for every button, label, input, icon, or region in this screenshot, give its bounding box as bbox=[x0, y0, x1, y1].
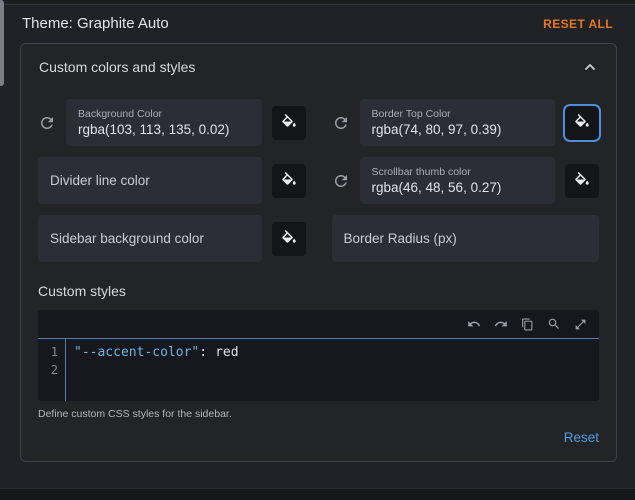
line-number-gutter: 1 2 bbox=[38, 339, 65, 401]
panel-body: Background Color rgba(103, 113, 135, 0.0… bbox=[21, 89, 616, 461]
paint-bucket-icon bbox=[573, 172, 591, 190]
copy-icon bbox=[521, 318, 534, 331]
panel-title: Custom colors and styles bbox=[39, 59, 195, 75]
background-color-input[interactable]: Background Color rgba(103, 113, 135, 0.0… bbox=[66, 99, 262, 146]
border-top-color-picker-button[interactable] bbox=[565, 106, 599, 140]
field-group-border-top-color: Border Top Color rgba(74, 80, 97, 0.39) bbox=[332, 99, 600, 146]
search-icon bbox=[547, 317, 561, 331]
help-text: Define custom CSS styles for the sidebar… bbox=[38, 408, 599, 420]
code-token-value: red bbox=[207, 345, 238, 360]
sidebar-background-color-input[interactable]: Sidebar background color bbox=[38, 215, 262, 262]
undo-button[interactable] bbox=[467, 317, 481, 331]
code-token-colon: : bbox=[199, 345, 207, 360]
field-group-scrollbar-thumb-color: Scrollbar thumb color rgba(46, 48, 56, 0… bbox=[332, 157, 600, 204]
scrollbar-thumb[interactable] bbox=[0, 0, 4, 86]
field-group-divider-line-color: Divider line color bbox=[38, 157, 306, 204]
field-label: Border Top Color bbox=[372, 107, 544, 121]
refresh-border-top-color-button[interactable] bbox=[332, 114, 350, 132]
refresh-scrollbar-thumb-color-button[interactable] bbox=[332, 172, 350, 190]
code-area[interactable]: 1 2 "--accent-color":red bbox=[38, 339, 599, 401]
search-button[interactable] bbox=[547, 317, 561, 331]
code-content[interactable]: "--accent-color":red bbox=[65, 339, 599, 401]
code-line bbox=[74, 362, 599, 380]
field-label: Background Color bbox=[78, 107, 250, 121]
refresh-icon bbox=[38, 114, 56, 132]
panel-footer: Reset bbox=[38, 430, 599, 445]
redo-icon bbox=[494, 317, 508, 331]
field-value: rgba(74, 80, 97, 0.39) bbox=[372, 121, 544, 138]
fullscreen-button[interactable] bbox=[574, 318, 587, 331]
field-group-background-color: Background Color rgba(103, 113, 135, 0.0… bbox=[38, 99, 306, 146]
theme-name-label: Theme: Graphite Auto bbox=[22, 15, 169, 32]
sidebar-background-color-picker-button[interactable] bbox=[272, 222, 306, 256]
code-line: "--accent-color":red bbox=[74, 344, 599, 362]
refresh-icon bbox=[332, 114, 350, 132]
custom-styles-heading: Custom styles bbox=[38, 283, 599, 299]
paint-bucket-icon bbox=[280, 114, 298, 132]
reset-custom-styles-button[interactable]: Reset bbox=[564, 430, 599, 445]
paint-bucket-icon bbox=[573, 114, 591, 132]
panel-collapse-header[interactable]: Custom colors and styles bbox=[21, 44, 616, 89]
line-number: 1 bbox=[38, 344, 58, 362]
editor-toolbar bbox=[38, 310, 599, 338]
paint-bucket-icon bbox=[280, 230, 298, 248]
field-row: Divider line color Scrollbar thumb color… bbox=[38, 157, 599, 204]
field-label: Sidebar background color bbox=[50, 231, 250, 246]
line-number: 2 bbox=[38, 362, 58, 380]
field-label: Border Radius (px) bbox=[344, 231, 588, 246]
expand-icon bbox=[574, 318, 587, 331]
field-row: Sidebar background color Border Radius (… bbox=[38, 215, 599, 262]
field-label: Divider line color bbox=[50, 173, 250, 188]
border-top-color-input[interactable]: Border Top Color rgba(74, 80, 97, 0.39) bbox=[360, 99, 556, 146]
scrollbar-thumb-color-picker-button[interactable] bbox=[565, 164, 599, 198]
refresh-background-color-button[interactable] bbox=[38, 114, 56, 132]
refresh-icon bbox=[332, 172, 350, 190]
chevron-up-icon bbox=[582, 59, 598, 75]
paint-bucket-icon bbox=[280, 172, 298, 190]
divider-line-color-picker-button[interactable] bbox=[272, 164, 306, 198]
field-group-border-radius: Border Radius (px) bbox=[332, 215, 600, 262]
redo-button[interactable] bbox=[494, 317, 508, 331]
field-value: rgba(46, 48, 56, 0.27) bbox=[372, 179, 544, 196]
next-section-edge bbox=[0, 488, 635, 500]
field-group-sidebar-background-color: Sidebar background color bbox=[38, 215, 306, 262]
undo-icon bbox=[467, 317, 481, 331]
theme-header-row: Theme: Graphite Auto RESET ALL bbox=[0, 5, 635, 32]
border-radius-input[interactable]: Border Radius (px) bbox=[332, 215, 600, 262]
divider-line-color-input[interactable]: Divider line color bbox=[38, 157, 262, 204]
field-value: rgba(103, 113, 135, 0.02) bbox=[78, 121, 250, 138]
field-row: Background Color rgba(103, 113, 135, 0.0… bbox=[38, 99, 599, 146]
custom-colors-panel: Custom colors and styles Background Colo… bbox=[20, 43, 617, 462]
field-label: Scrollbar thumb color bbox=[372, 165, 544, 179]
code-token-string: "--accent-color" bbox=[74, 345, 199, 360]
css-code-editor: 1 2 "--accent-color":red bbox=[38, 310, 599, 401]
scrollbar-thumb-color-input[interactable]: Scrollbar thumb color rgba(46, 48, 56, 0… bbox=[360, 157, 556, 204]
copy-button[interactable] bbox=[521, 318, 534, 331]
background-color-picker-button[interactable] bbox=[272, 106, 306, 140]
reset-all-button[interactable]: RESET ALL bbox=[543, 17, 613, 31]
